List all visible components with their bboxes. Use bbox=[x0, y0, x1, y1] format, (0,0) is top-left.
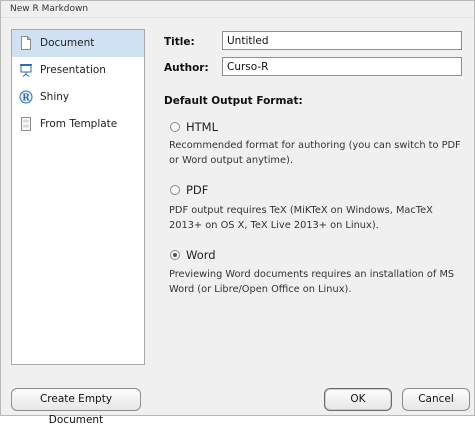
sidebar-item-presentation[interactable]: Presentation bbox=[12, 57, 144, 84]
author-label: Author: bbox=[164, 62, 209, 74]
sidebar-item-from-template[interactable]: From Template bbox=[12, 111, 144, 138]
ok-button[interactable]: OK bbox=[324, 388, 392, 411]
sidebar-item-shiny[interactable]: R Shiny bbox=[12, 84, 144, 111]
document-icon bbox=[21, 36, 31, 50]
radio-button[interactable] bbox=[170, 185, 180, 195]
shiny-r-icon: R bbox=[19, 90, 33, 104]
radio-button[interactable] bbox=[170, 250, 180, 260]
description-line: 2013+ on OS X, TeX Live 2013+ on Linux). bbox=[169, 220, 379, 231]
window-title: New R Markdown bbox=[1, 1, 474, 18]
html-description: Recommended format for authoring (you ca… bbox=[169, 138, 469, 168]
description-line: Recommended format for authoring (you ca… bbox=[169, 140, 461, 151]
sidebar-item-label: Presentation bbox=[40, 64, 106, 76]
template-icon bbox=[21, 117, 31, 131]
output-format-heading: Default Output Format: bbox=[164, 95, 303, 107]
presentation-icon bbox=[20, 64, 32, 77]
description-line: or Word output anytime). bbox=[169, 155, 293, 166]
sidebar-item-document[interactable]: Document bbox=[12, 30, 144, 57]
html-radio-label: HTML bbox=[186, 120, 219, 134]
sidebar-item-label: Shiny bbox=[40, 91, 70, 103]
title-input[interactable] bbox=[222, 31, 462, 50]
description-line: Word (or Libre/Open Office on Linux). bbox=[169, 284, 352, 295]
sidebar-item-label: From Template bbox=[40, 118, 118, 130]
word-radio-label: Word bbox=[186, 248, 216, 262]
create-empty-document-button[interactable]: Create Empty Document bbox=[11, 388, 141, 426]
description-line: PDF output requires TeX (MiKTeX on Windo… bbox=[169, 205, 433, 216]
word-radio[interactable]: Word bbox=[170, 248, 290, 264]
radio-selected-dot bbox=[173, 253, 177, 257]
pdf-radio[interactable]: PDF bbox=[170, 183, 290, 199]
radio-button[interactable] bbox=[170, 122, 180, 132]
author-input[interactable] bbox=[222, 57, 462, 76]
html-radio[interactable]: HTML bbox=[170, 120, 290, 136]
svg-text:R: R bbox=[22, 93, 30, 103]
title-label: Title: bbox=[164, 36, 195, 48]
pdf-description: PDF output requires TeX (MiKTeX on Windo… bbox=[169, 203, 469, 233]
document-type-list: Document Presentation R Shiny From Templ… bbox=[11, 29, 145, 365]
sidebar-item-label: Document bbox=[40, 37, 95, 49]
word-description: Previewing Word documents requires an in… bbox=[169, 267, 469, 297]
description-line: Previewing Word documents requires an in… bbox=[169, 269, 455, 280]
pdf-radio-label: PDF bbox=[186, 183, 209, 197]
new-r-markdown-dialog: New R Markdown Document Presentation R S… bbox=[0, 0, 475, 426]
cancel-button[interactable]: Cancel bbox=[402, 388, 470, 411]
